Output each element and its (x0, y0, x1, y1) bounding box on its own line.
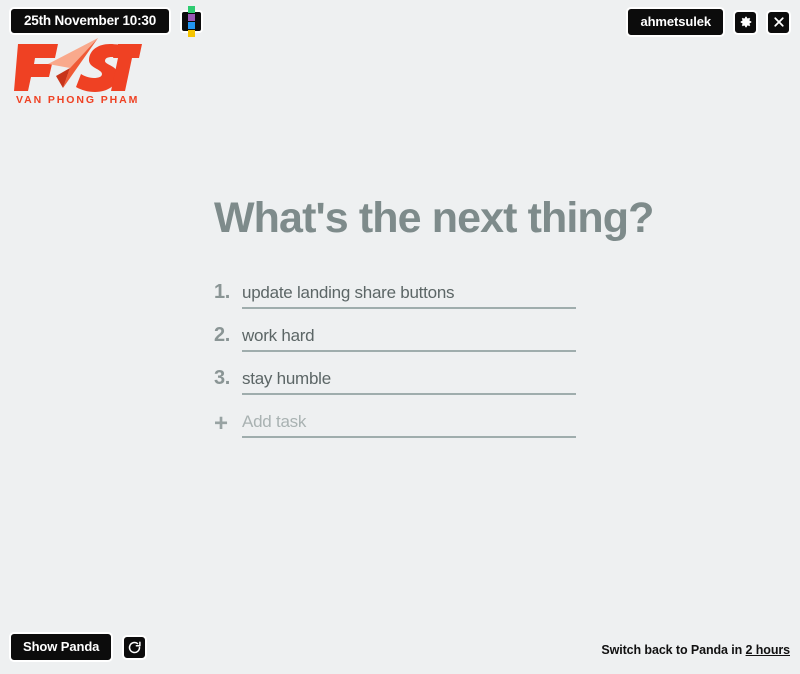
task-index: 2. (214, 324, 230, 346)
task-row[interactable]: 2. work hard (214, 309, 576, 352)
switch-back-notice: Switch back to Panda in 2 hours (601, 643, 790, 657)
add-task-row[interactable]: + Add task (214, 395, 576, 438)
task-input[interactable]: stay humble (242, 368, 576, 395)
refresh-icon (127, 640, 142, 655)
refresh-button[interactable] (122, 634, 148, 660)
task-index: 3. (214, 367, 230, 389)
page-title: What's the next thing? (214, 194, 654, 242)
add-task-input[interactable]: Add task (242, 411, 576, 438)
add-task-placeholder: Add task (242, 412, 307, 431)
bottom-left-bar: Show Panda (9, 632, 148, 662)
switch-back-link[interactable]: 2 hours (746, 643, 791, 657)
task-text: update landing share buttons (242, 283, 455, 302)
task-row[interactable]: 1. update landing share buttons (214, 266, 576, 309)
task-input[interactable]: update landing share buttons (242, 282, 576, 309)
main-content: What's the next thing? 1. update landing… (0, 0, 800, 674)
task-list: 1. update landing share buttons 2. work … (214, 266, 576, 438)
plus-icon: + (214, 410, 228, 437)
task-row[interactable]: 3. stay humble (214, 352, 576, 395)
switch-back-prefix: Switch back to Panda in (601, 643, 746, 657)
task-input[interactable]: work hard (242, 325, 576, 352)
task-text: work hard (242, 326, 315, 345)
task-text: stay humble (242, 369, 331, 388)
task-index: 1. (214, 281, 230, 303)
show-panda-button[interactable]: Show Panda (9, 632, 114, 662)
